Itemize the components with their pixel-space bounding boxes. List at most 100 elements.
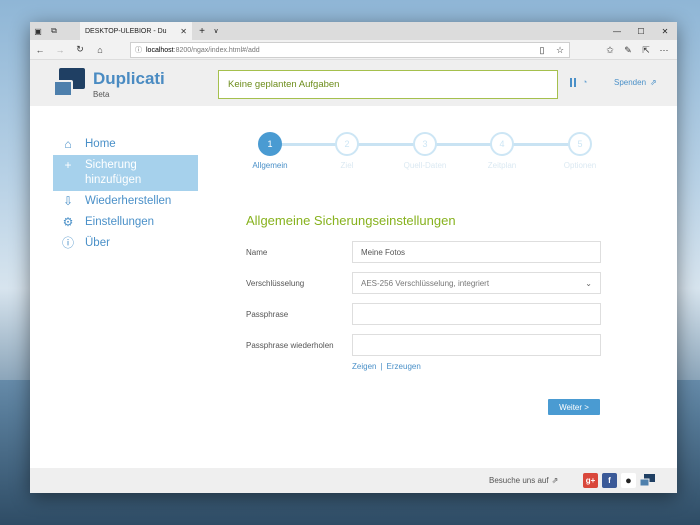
home-browser-icon[interactable]: ⌂ (90, 40, 110, 60)
wizard-stepper: 1 Allgemein 2 Ziel 3 Quell-Daten 4 Zeitp… (239, 132, 599, 177)
sidebar-item-restore[interactable]: ⇩ Wiederherstellen (53, 191, 198, 212)
browser-tab[interactable]: DESKTOP-ULEBIOR - Du ✕ (80, 22, 192, 40)
step-schedule[interactable]: 4 Zeitplan (471, 132, 533, 170)
status-box: Keine geplanten Aufgaben (218, 70, 558, 99)
step-source-data[interactable]: 3 Quell-Daten (394, 132, 456, 170)
encryption-row: Verschlüsselung AES-256 Verschlüsselung,… (246, 272, 601, 294)
home-icon: ⌂ (64, 137, 72, 151)
name-value: Meine Fotos (361, 247, 406, 257)
visit-us: Besuche uns auf ⇗ (489, 476, 558, 485)
app-header: Duplicati Beta Keine geplanten Aufgaben … (30, 60, 677, 106)
pause-icon[interactable] (570, 77, 576, 87)
address-bar: ← → ↻ ⌂ ⓘ localhost:8200/ngax/index.html… (30, 40, 677, 60)
favorite-star-icon[interactable]: ☆ (551, 42, 569, 58)
external-link-icon: ⇗ (551, 476, 559, 485)
sidebar-item-home[interactable]: ⌂ Home (53, 134, 198, 155)
donate-link[interactable]: Spenden ⇗ (614, 78, 657, 87)
step-label: Allgemein (252, 161, 288, 170)
close-icon[interactable]: ✕ (180, 27, 187, 36)
sidebar-item-label: Über (85, 237, 110, 249)
forward-icon[interactable]: → (50, 40, 70, 60)
tab-title: DESKTOP-ULEBIOR - Du (85, 27, 167, 35)
sidebar-item-settings[interactable]: ⚙ Einstellungen (53, 212, 198, 233)
gear-icon: ⚙ (62, 215, 74, 229)
step-destination[interactable]: 2 Ziel (316, 132, 378, 170)
repeat-passphrase-field[interactable] (352, 334, 601, 356)
tab-sets-icon[interactable]: ▣ (30, 23, 46, 39)
facebook-icon[interactable]: f (602, 473, 617, 488)
logo-shape (53, 80, 73, 97)
close-window-icon[interactable]: ✕ (653, 22, 677, 40)
next-button[interactable]: Weiter > (548, 399, 600, 415)
name-field[interactable]: Meine Fotos (352, 241, 601, 263)
tab-bar: ▣ ⧉ DESKTOP-ULEBIOR - Du ✕ + ∨ — ☐ ✕ (30, 22, 677, 40)
encryption-select[interactable]: AES-256 Verschlüsselung, integriert ⌄ (352, 272, 601, 294)
external-link-icon: ⇗ (650, 78, 657, 87)
sidebar: ⌂ Home + Sicherung hinzufügen ⇩ Wiederhe… (53, 134, 198, 254)
app-edition: Beta (93, 90, 110, 99)
step-options[interactable]: 5 Optionen (549, 132, 611, 170)
encryption-value: AES-256 Verschlüsselung, integriert (361, 278, 490, 288)
step-number: 5 (568, 132, 592, 156)
name-row: Name Meine Fotos (246, 241, 601, 263)
maximize-icon[interactable]: ☐ (629, 22, 653, 40)
encryption-label: Verschlüsselung (246, 278, 305, 288)
step-number: 1 (258, 132, 282, 156)
app-name: Duplicati (93, 69, 165, 88)
sidebar-item-label: Sicherung hinzufügen (85, 159, 142, 186)
refresh-icon[interactable]: ↻ (70, 40, 90, 60)
step-label: Zeitplan (487, 161, 517, 170)
status-text: Keine geplanten Aufgaben (228, 79, 340, 90)
new-tab-icon[interactable]: + (196, 22, 208, 40)
more-icon[interactable]: ⋯ (655, 42, 673, 58)
show-passphrase-link[interactable]: Zeigen (352, 362, 376, 371)
step-number: 3 (413, 132, 437, 156)
generate-passphrase-link[interactable]: Erzeugen (387, 362, 421, 371)
step-number: 4 (490, 132, 514, 156)
duplicati-forum-icon[interactable] (640, 473, 655, 488)
sidebar-item-label: Einstellungen (85, 216, 155, 228)
sidebar-item-label: Wiederherstellen (85, 195, 172, 207)
chevron-down-icon[interactable]: ∨ (210, 22, 222, 40)
url-host: localhost (146, 46, 174, 54)
reading-view-icon[interactable]: ▯ (533, 42, 551, 58)
header-controls: ◔ (570, 77, 587, 87)
duplicati-logo[interactable] (53, 68, 87, 100)
google-plus-icon[interactable]: g+ (583, 473, 598, 488)
info-circle-icon: ⓘ (135, 47, 142, 54)
url-input[interactable]: ⓘ localhost:8200/ngax/index.html#/add (130, 42, 570, 58)
url-path: :8200/ngax/index.html#/add (173, 46, 260, 54)
passphrase-links: Zeigen | Erzeugen (352, 362, 421, 371)
favorites-icon[interactable]: ✩ (601, 42, 619, 58)
info-icon: ⓘ (61, 236, 74, 250)
browser-toolbar: ✩ ✎ ⇱ ⋯ (601, 42, 673, 58)
passphrase-field[interactable] (352, 303, 601, 325)
restore-icon: ⇩ (62, 194, 74, 208)
url-actions: ▯ ☆ (533, 42, 569, 58)
step-label: Quell-Daten (403, 161, 447, 170)
minimize-icon[interactable]: — (605, 22, 629, 40)
share-icon[interactable]: ⇱ (637, 42, 655, 58)
tab-preview-icon[interactable]: ⧉ (46, 23, 62, 39)
repeat-passphrase-row: Passphrase wiederholen (246, 334, 601, 356)
browser-window: ▣ ⧉ DESKTOP-ULEBIOR - Du ✕ + ∨ — ☐ ✕ ← →… (30, 22, 677, 493)
sidebar-item-add-backup[interactable]: + Sicherung hinzufügen (53, 155, 198, 191)
github-icon[interactable]: ● (621, 473, 636, 488)
visit-label: Besuche uns auf (489, 476, 549, 485)
passphrase-row: Passphrase (246, 303, 601, 325)
link-separator: | (380, 362, 383, 371)
form-title: Allgemeine Sicherungseinstellungen (246, 213, 456, 228)
footer: Besuche uns auf ⇗ g+ f ● (30, 468, 677, 493)
window-controls: — ☐ ✕ (605, 22, 677, 40)
forum-logo-shape (640, 474, 655, 487)
sidebar-item-label: Home (85, 138, 116, 150)
back-icon[interactable]: ← (30, 40, 50, 60)
throttle-icon[interactable]: ◔ (582, 77, 587, 87)
pen-icon[interactable]: ✎ (619, 42, 637, 58)
step-general[interactable]: 1 Allgemein (239, 132, 301, 170)
step-number: 2 (335, 132, 359, 156)
name-label: Name (246, 247, 268, 257)
sidebar-item-about[interactable]: ⓘ Über (53, 233, 198, 254)
plus-icon: + (64, 158, 72, 172)
passphrase-label: Passphrase (246, 309, 289, 319)
